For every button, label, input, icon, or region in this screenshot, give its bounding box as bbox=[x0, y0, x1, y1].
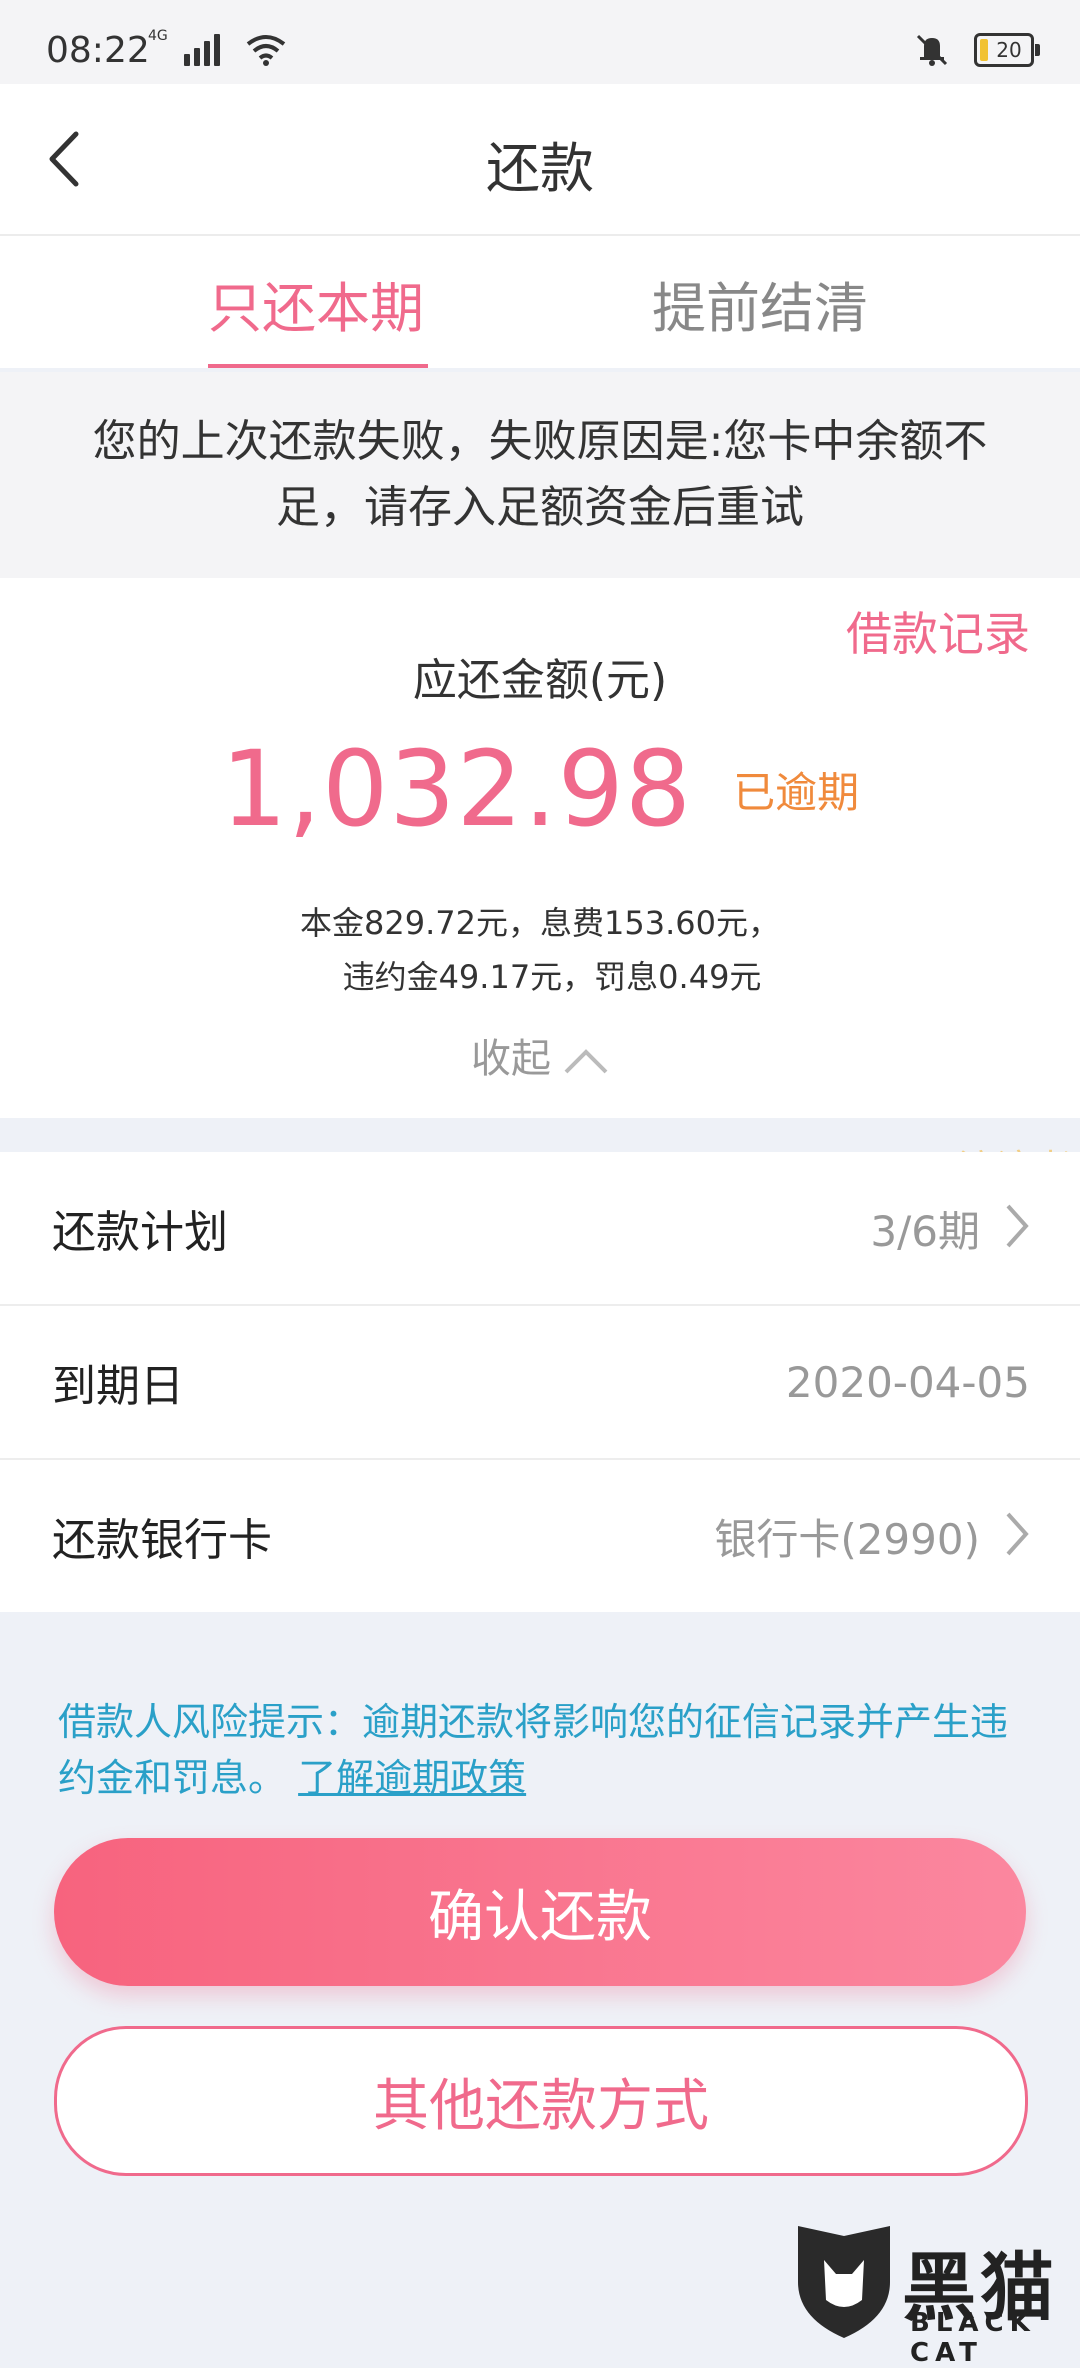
row-value: 3/6期 bbox=[870, 1206, 980, 1256]
row-label: 还款银行卡 bbox=[52, 1515, 272, 1566]
cat-shield-icon bbox=[798, 2226, 890, 2338]
tab-active-indicator bbox=[208, 364, 428, 368]
nav-bar: 还款 bbox=[0, 84, 1080, 236]
signal-icon bbox=[184, 32, 220, 66]
amount-row: 1,032.98 已逾期 bbox=[0, 728, 1080, 850]
amount-breakdown: 本金829.72元，息费153.60元， 违约金49.17元，罚息0.49元 bbox=[0, 896, 1080, 1004]
failure-notice-text: 您的上次还款失败，失败原因是:您卡中余额不足，请存入足额资金后重试 bbox=[92, 416, 988, 533]
tab-early-payoff[interactable]: 提前结清 bbox=[652, 264, 868, 343]
repayment-info-list: 还款计划 3/6期 到期日 2020-04-05 还款银行卡 银行卡(2990) bbox=[0, 1152, 1080, 1612]
battery-icon: 20 bbox=[974, 33, 1040, 67]
risk-warning: 借款人风险提示：逾期还款将影响您的征信记录并产生违约金和罚息。 了解逾期政策 bbox=[58, 1694, 1018, 1806]
other-repayment-button[interactable]: 其他还款方式 bbox=[54, 2026, 1028, 2176]
overdue-status: 已逾期 bbox=[733, 767, 860, 817]
risk-warning-text: 借款人风险提示：逾期还款将影响您的征信记录并产生违约金和罚息。 bbox=[58, 1700, 1009, 1800]
mute-icon bbox=[916, 34, 948, 66]
row-repayment-plan[interactable]: 还款计划 3/6期 bbox=[0, 1152, 1080, 1306]
status-time: 08:22 bbox=[46, 30, 150, 71]
network-type: 4G bbox=[148, 28, 168, 44]
row-bank-card[interactable]: 还款银行卡 银行卡(2990) bbox=[0, 1460, 1080, 1612]
logo-subtext: BLACK CAT bbox=[910, 2308, 1036, 2368]
tab-bar: 只还本期 提前结清 bbox=[0, 236, 1080, 368]
row-due-date: 到期日 2020-04-05 bbox=[0, 1306, 1080, 1460]
chevron-up-icon bbox=[564, 1049, 608, 1074]
blackcat-logo: 黑猫 BLACK CAT bbox=[790, 2222, 1070, 2368]
row-value: 银行卡(2990) bbox=[714, 1514, 980, 1564]
collapse-button[interactable]: 收起 bbox=[0, 1026, 1080, 1084]
chevron-right-icon bbox=[1006, 1512, 1029, 1556]
amount-label: 应还金额(元) bbox=[412, 655, 668, 706]
overdue-policy-link[interactable]: 了解逾期政策 bbox=[298, 1756, 526, 1800]
battery-level: 20 bbox=[996, 38, 1022, 62]
collapse-label: 收起 bbox=[471, 1036, 551, 1082]
system-indicators: 20 bbox=[912, 30, 1040, 70]
chevron-right-icon bbox=[1006, 1204, 1029, 1248]
row-label: 还款计划 bbox=[52, 1207, 228, 1258]
wifi-icon bbox=[246, 35, 286, 66]
amount-card: 借款记录 应还金额(元) 1,032.98 已逾期 本金829.72元，息费15… bbox=[0, 578, 1080, 1118]
tab-current-period[interactable]: 只还本期 bbox=[208, 264, 424, 343]
confirm-repayment-button[interactable]: 确认还款 bbox=[54, 1838, 1026, 1986]
row-value: 2020-04-05 bbox=[785, 1357, 1030, 1407]
failure-notice: 您的上次还款失败，失败原因是:您卡中余额不足，请存入足额资金后重试 bbox=[0, 372, 1080, 578]
network-indicators: 4G bbox=[148, 28, 286, 66]
row-label: 到期日 bbox=[52, 1361, 184, 1412]
breakdown-line: 违约金49.17元，罚息0.49元 bbox=[342, 958, 762, 996]
page-title: 还款 bbox=[486, 137, 594, 200]
breakdown-line: 本金829.72元，息费153.60元， bbox=[300, 904, 780, 942]
amount-due: 1,032.98 bbox=[220, 728, 692, 850]
